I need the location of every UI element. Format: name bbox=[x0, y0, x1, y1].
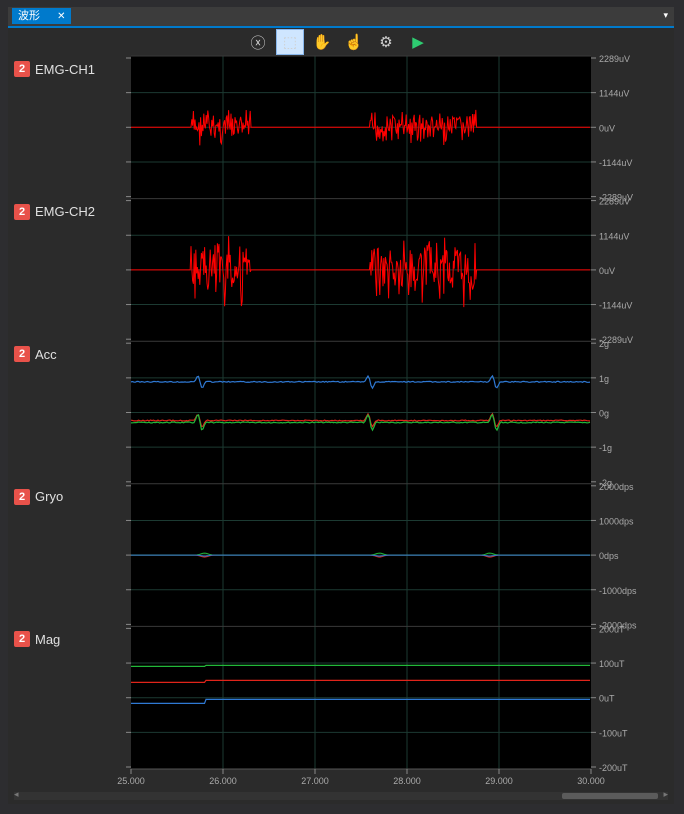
channel-name: EMG-CH1 bbox=[35, 61, 95, 77]
channel-label-mag[interactable]: 2 Mag bbox=[14, 631, 61, 648]
y-tick-label: 0dps bbox=[599, 551, 619, 561]
channel-name: Acc bbox=[35, 346, 57, 362]
x-tick-label: 29.000 bbox=[485, 776, 513, 786]
y-tick-label: -1g bbox=[599, 443, 612, 453]
horizontal-scrollbar[interactable]: ◂ ▸ bbox=[14, 789, 668, 800]
x-tick-label: 28.000 bbox=[393, 776, 421, 786]
scroll-right-icon[interactable]: ▸ bbox=[663, 789, 668, 800]
y-tick-label: 0uV bbox=[599, 266, 615, 276]
y-tick-label: 1144uV bbox=[599, 231, 629, 241]
y-tick-label: 2g bbox=[599, 339, 609, 349]
tab-waveform[interactable]: 波形 ✕ bbox=[12, 8, 72, 24]
y-tick-label: 2289uV bbox=[599, 54, 630, 64]
y-tick-label: 0g bbox=[599, 409, 609, 419]
document-tab-strip: 波形 ✕ ▾ bbox=[8, 7, 674, 28]
channel-label-emg-ch1[interactable]: 2 EMG-CH1 bbox=[14, 61, 95, 77]
x-tick-label: 27.000 bbox=[301, 776, 329, 786]
y-tick-label: 200uT bbox=[599, 624, 625, 634]
y-tick-label: -100uT bbox=[599, 728, 628, 738]
y-tick-label: 0uT bbox=[599, 694, 615, 704]
waveform-window: ⓧ ⬚ ✋ ☝ ⚙ ▶ 2289uV 1144uV 0uV -1144uV -2289uV 2289… bbox=[8, 28, 674, 804]
channel-label-acc[interactable]: 2 Acc bbox=[14, 346, 57, 363]
x-tick-label: 26.000 bbox=[209, 776, 237, 786]
channel-badge: 2 bbox=[14, 346, 30, 363]
y-tick-label: 100uT bbox=[599, 659, 625, 669]
tab-menu-arrow-icon[interactable]: ▾ bbox=[663, 10, 668, 21]
waveform-plot[interactable]: 2289uV1144uV0uV-1144uV-2289uV2289uV1144u… bbox=[8, 28, 674, 804]
scroll-thumb[interactable] bbox=[562, 793, 658, 799]
y-tick-label: -1144uV bbox=[599, 301, 632, 311]
channel-badge: 2 bbox=[14, 488, 30, 505]
y-tick-label: -1000dps bbox=[599, 586, 637, 596]
channel-name: Gryo bbox=[35, 489, 64, 505]
channel-name: EMG-CH2 bbox=[35, 204, 95, 220]
y-tick-label: 1g bbox=[599, 374, 609, 384]
channel-label-gryo[interactable]: 2 Gryo bbox=[14, 488, 64, 505]
tab-close-icon[interactable]: ✕ bbox=[57, 11, 65, 22]
channel-badge: 2 bbox=[14, 203, 30, 220]
y-tick-label: -1144uV bbox=[599, 158, 632, 168]
scroll-left-icon[interactable]: ◂ bbox=[14, 789, 19, 800]
y-tick-label: 2000dps bbox=[599, 482, 634, 492]
channel-name: Mag bbox=[35, 631, 61, 647]
x-tick-label: 30.000 bbox=[577, 776, 605, 786]
y-tick-label: 1144uV bbox=[599, 89, 629, 99]
channel-badge: 2 bbox=[14, 61, 30, 77]
tab-title: 波形 bbox=[18, 10, 40, 22]
y-tick-label: 0uV bbox=[599, 123, 615, 133]
y-tick-label: 2289uV bbox=[599, 197, 630, 207]
x-tick-label: 25.000 bbox=[117, 776, 145, 786]
channel-badge: 2 bbox=[14, 631, 30, 648]
channel-label-emg-ch2[interactable]: 2 EMG-CH2 bbox=[14, 203, 95, 220]
y-tick-label: 1000dps bbox=[599, 516, 634, 526]
y-tick-label: -200uT bbox=[599, 763, 628, 773]
